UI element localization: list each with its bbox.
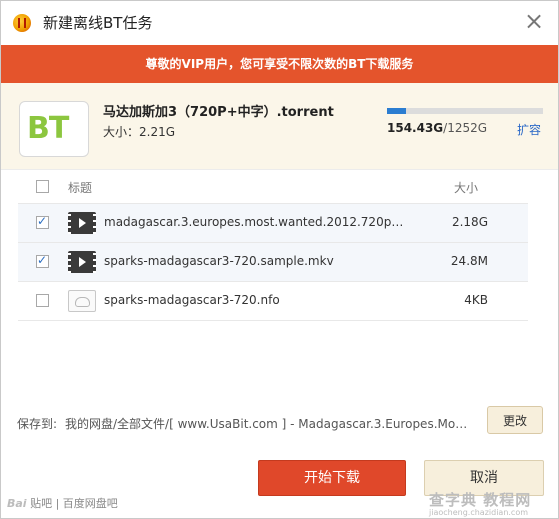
torrent-size: 大小：2.21G: [103, 125, 176, 139]
select-all-checkbox[interactable]: [36, 180, 49, 193]
file-list: 标题 大小 madagascar.3.europes.most.wanted.2…: [18, 171, 528, 321]
storage-quota-bar: [387, 108, 543, 114]
column-size: 大小: [454, 181, 479, 195]
title-bar: 新建离线BT任务 ×: [1, 1, 558, 45]
close-icon[interactable]: ×: [522, 9, 546, 33]
torrent-filename: 马达加斯加3（720P+中字）.torrent: [103, 105, 334, 120]
site-watermark-title: 查字典 教程网: [429, 491, 532, 509]
video-icon: [68, 212, 96, 234]
bt-icon-text: BT: [27, 111, 69, 146]
storage-quota-fill: [387, 108, 407, 114]
file-row[interactable]: sparks-madagascar3-720.sample.mkv 24.8M: [18, 243, 528, 282]
expand-storage-link[interactable]: 扩容: [517, 121, 541, 138]
start-download-button[interactable]: 开始下载: [258, 460, 406, 496]
file-size: 2.18G: [451, 215, 488, 229]
file-list-header: 标题 大小: [18, 171, 528, 204]
torrent-info-panel: BT 马达加斯加3（720P+中字）.torrent 大小：2.21G 154.…: [1, 83, 558, 170]
baidu-watermark-text: 贴吧 | 百度网盘吧: [30, 497, 118, 510]
file-row[interactable]: madagascar.3.europes.most.wanted.2012.72…: [18, 204, 528, 243]
app-logo-icon: [13, 14, 31, 32]
file-name: sparks-madagascar3-720.sample.mkv: [104, 254, 334, 268]
storage-quota-text: 154.43G/1252G: [387, 121, 487, 135]
file-checkbox[interactable]: [36, 253, 49, 268]
baidu-watermark: Bai 贴吧 | 百度网盘吧: [7, 495, 118, 511]
storage-total: /1252G: [443, 121, 488, 135]
vip-banner: 尊敬的VIP用户，您可享受不限次数的BT下载服务: [1, 45, 558, 83]
file-name: sparks-madagascar3-720.nfo: [104, 293, 280, 307]
bt-task-dialog: 新建离线BT任务 × 尊敬的VIP用户，您可享受不限次数的BT下载服务 BT 马…: [0, 0, 559, 519]
file-row[interactable]: sparks-madagascar3-720.nfo 4KB: [18, 282, 528, 321]
file-checkbox[interactable]: [36, 214, 49, 229]
document-icon: [68, 290, 96, 312]
file-size: 24.8M: [450, 254, 488, 268]
file-name: madagascar.3.europes.most.wanted.2012.72…: [104, 215, 404, 229]
save-path: 我的网盘/全部文件/[ www.UsaBit.com ] - Madagasca…: [65, 417, 470, 431]
file-checkbox[interactable]: [36, 294, 49, 307]
site-watermark-url: jiaocheng.chazidian.com: [429, 508, 529, 517]
change-location-button[interactable]: 更改: [487, 406, 543, 434]
save-location-row: 保存到: 我的网盘/全部文件/[ www.UsaBit.com ] - Mada…: [15, 406, 545, 436]
storage-used: 154.43G: [387, 121, 444, 135]
dialog-title: 新建离线BT任务: [43, 14, 153, 32]
baidu-logo-text: Bai: [7, 497, 27, 510]
site-watermark: 查字典 教程网 jiaocheng.chazidian.com: [429, 489, 557, 517]
file-size: 4KB: [464, 293, 488, 307]
column-title: 标题: [68, 181, 93, 195]
bt-file-icon: BT: [19, 101, 89, 157]
save-to-label: 保存到:: [17, 417, 58, 431]
video-icon: [68, 251, 96, 273]
